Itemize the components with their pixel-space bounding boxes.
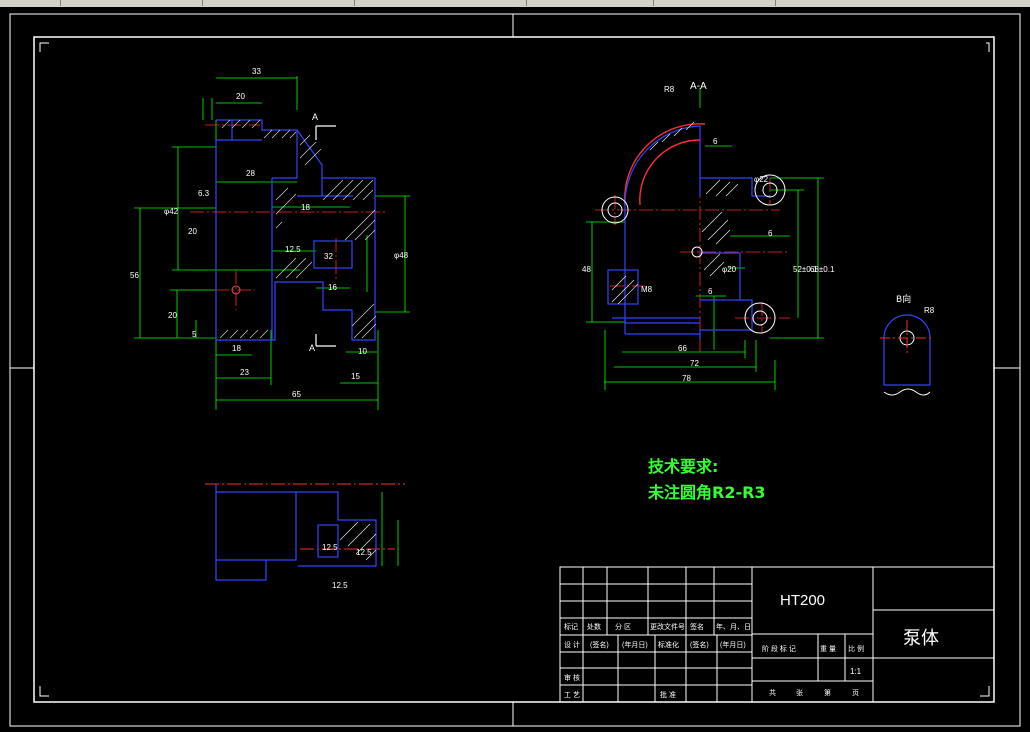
toolbar-segment[interactable]: [0, 0, 61, 6]
dim-125-b2: 12.5: [356, 548, 372, 557]
tb-sheet-total: 共: [769, 688, 776, 697]
section-aa-label: A-A: [690, 81, 707, 92]
tech-req-line1: 未注圆角R2-R3: [647, 483, 766, 502]
tb-label-date: 年、月、日: [716, 622, 751, 631]
cut-mark-a-bottom: A: [309, 343, 315, 353]
tb-sheet-no: 第: [824, 688, 831, 697]
main-view: A A 33 20 28 18 12.5 32 16 10 15 23 18 6…: [130, 67, 410, 410]
tb-stage-mark: 阶 段 标 记: [762, 644, 796, 653]
dim-phi20: φ20: [722, 265, 737, 274]
dim-phi48: φ48: [394, 251, 409, 260]
tb-label-mark: 标记: [564, 622, 578, 631]
toolbar-segment[interactable]: [62, 0, 203, 6]
tb-weight: 重 量: [820, 645, 836, 653]
tb-material: HT200: [780, 592, 825, 609]
bottom-partial-view: 12.5 12.5 12.5: [205, 483, 405, 590]
toolbar-segment[interactable]: [204, 0, 355, 6]
dim-20-lower-left: 20: [168, 311, 177, 320]
view-b-label: B向: [896, 293, 911, 305]
tech-requirements: 技术要求: 未注圆角R2-R3: [647, 457, 766, 502]
tb-sheet-page: 页: [852, 689, 859, 697]
section-aa-view: A-A R8 6 φ22 6 φ20 6 48 66 72 78 52±0.1 …: [582, 81, 935, 396]
dim-20: 20: [236, 92, 245, 101]
dim-33: 33: [252, 67, 261, 76]
dim-125: 12.5: [285, 245, 301, 254]
tb-design-sign: (签名): [590, 640, 609, 649]
toolbar-segment[interactable]: [356, 0, 527, 6]
dim-phi42: φ42: [164, 207, 179, 216]
dim-32: 32: [324, 252, 333, 261]
dim-68: 68±0.1: [810, 265, 835, 274]
dim-20-left: 20: [188, 227, 197, 236]
dim-125-b1: 12.5: [322, 543, 338, 552]
tb-label-change-doc: 更改文件号: [650, 622, 685, 631]
dim-18-lower: 18: [232, 344, 241, 353]
hatching: [219, 119, 377, 339]
tb-label-count: 处数: [587, 622, 601, 631]
toolbar-segment[interactable]: [655, 0, 776, 6]
tech-req-title: 技术要求:: [648, 457, 718, 476]
dim-10: 10: [358, 347, 367, 356]
tb-design-date: (年月日): [622, 640, 648, 649]
dim-16: 16: [328, 283, 337, 292]
tb-process: 工 艺: [564, 691, 580, 699]
dim-18-upper: 18: [301, 203, 310, 212]
tb-approve: 批 准: [660, 690, 676, 699]
dim-23: 23: [240, 368, 249, 377]
tb-standard-date: (年月日): [720, 640, 746, 649]
cut-mark-a-top: A: [312, 112, 318, 122]
tb-standard: 标准化: [658, 640, 679, 649]
app-toolbar-strip: [0, 0, 1030, 7]
dim-48: 48: [582, 265, 591, 274]
dim-m8: M8: [641, 285, 653, 294]
dim-r8-view-b: R8: [924, 306, 935, 315]
tb-scale-value: 1:1: [850, 667, 862, 676]
dim-5: 5: [192, 330, 197, 339]
tb-review: 审 核: [564, 673, 580, 682]
dim-6-right: 6: [768, 229, 773, 238]
dim-56: 56: [130, 271, 139, 280]
dim-72: 72: [690, 359, 699, 368]
sheet-frame: [9, 13, 1021, 727]
tb-standard-sign: (签名): [690, 640, 709, 649]
tb-label-sign: 签名: [690, 622, 704, 631]
dim-r8-section: R8: [664, 85, 675, 94]
dim-63: 6.3: [198, 189, 210, 198]
dim-6-mid: 6: [708, 287, 713, 296]
tb-part-name: 泵体: [903, 628, 939, 649]
toolbar-segment[interactable]: [528, 0, 654, 6]
drawing-canvas[interactable]: A A 33 20 28 18 12.5 32 16 10 15 23 18 6…: [0, 7, 1030, 732]
dim-78: 78: [682, 374, 691, 383]
dim-15: 15: [351, 372, 360, 381]
dim-28: 28: [246, 169, 255, 178]
tb-label-zone: 分 区: [615, 622, 631, 631]
dim-6-top: 6: [713, 137, 718, 146]
dim-125-b3: 12.5: [332, 581, 348, 590]
dim-phi22: φ22: [754, 175, 769, 184]
tb-sheet-unit: 张: [796, 688, 803, 697]
tb-design: 设 计: [564, 640, 580, 649]
tb-scale-label: 比 例: [848, 644, 864, 653]
dim-66: 66: [678, 344, 687, 353]
hatching: [611, 121, 739, 305]
dim-65: 65: [292, 390, 301, 399]
